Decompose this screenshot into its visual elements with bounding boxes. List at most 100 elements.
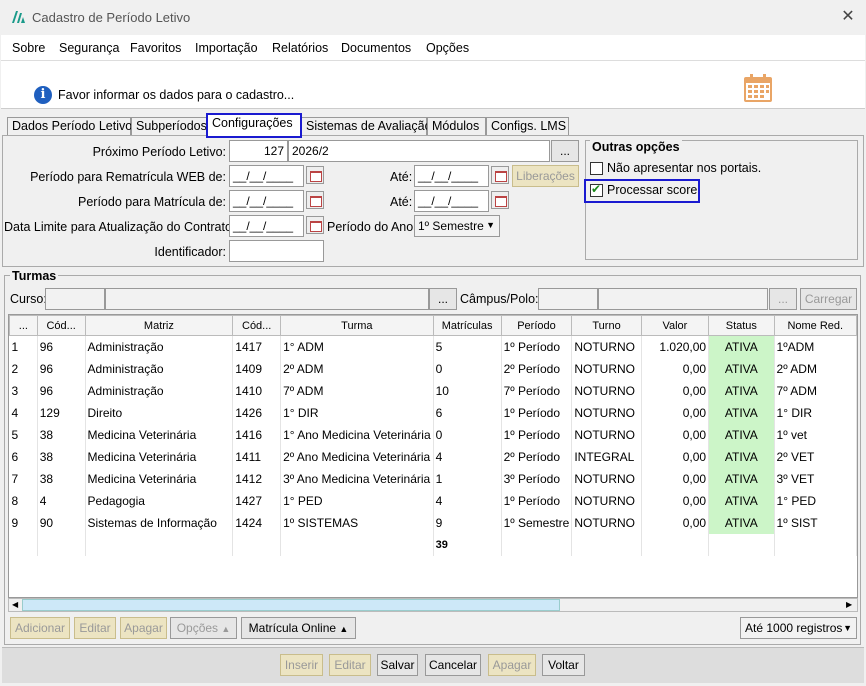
col-header[interactable]: Valor bbox=[640, 315, 710, 336]
nao-apresentar-checkbox[interactable] bbox=[590, 162, 603, 175]
liberacoes-button[interactable]: Liberações bbox=[512, 165, 579, 187]
rematricula-ate-calendar-icon[interactable] bbox=[491, 166, 509, 184]
editar-button[interactable]: Editar bbox=[329, 654, 371, 676]
table-cell bbox=[9, 533, 38, 556]
scroll-right-icon[interactable]: ▶ bbox=[846, 600, 852, 609]
matricula-de-input[interactable]: __/__/____ bbox=[229, 190, 304, 212]
table-row[interactable]: 9 90 Sistemas de Informação 1424 1º SISTEMAS… bbox=[9, 511, 857, 534]
cancelar-button[interactable]: Cancelar bbox=[425, 654, 481, 676]
table-row[interactable]: 3 96 Administração 1410 7º ADM 10 7º Período NO… bbox=[9, 379, 857, 402]
table-row[interactable]: 7 38 Medicina Veterinária 1412 3º Ano Medici… bbox=[9, 467, 857, 490]
apagar-button[interactable]: Apagar bbox=[488, 654, 536, 676]
proximo-periodo-label: Próximo Período Letivo: bbox=[92, 145, 226, 159]
proximo-periodo-input[interactable]: 2026/2 bbox=[288, 140, 550, 162]
table-cell: 0,00 bbox=[641, 379, 710, 402]
campus-label: Câmpus/Polo: bbox=[460, 292, 539, 306]
inserir-button[interactable]: Inserir bbox=[280, 654, 323, 676]
campus-code-input[interactable] bbox=[538, 288, 598, 310]
table-row[interactable]: 5 38 Medicina Veterinária 1416 1° Ano Medici… bbox=[9, 423, 857, 446]
table-cell: ATIVA bbox=[708, 357, 775, 380]
adicionar-button[interactable]: Adicionar bbox=[10, 617, 70, 639]
curso-lookup-button[interactable]: ... bbox=[429, 288, 457, 310]
table-body: 1 96 Administração 1417 1° ADM 5 1º Período NOT… bbox=[9, 335, 857, 556]
periodo-ano-select[interactable]: 1º Semestre ▼ bbox=[414, 215, 500, 237]
salvar-button[interactable]: Salvar bbox=[377, 654, 418, 676]
table-row[interactable]: 1 96 Administração 1417 1° ADM 5 1º Período NOT… bbox=[9, 335, 857, 358]
table-cell: 1° PED bbox=[774, 489, 857, 512]
campus-name-input[interactable] bbox=[598, 288, 768, 310]
table-row[interactable]: 6 38 Medicina Veterinária 1411 2º Ano Medici… bbox=[9, 445, 857, 468]
voltar-button[interactable]: Voltar bbox=[542, 654, 585, 676]
carregar-button[interactable]: Carregar bbox=[800, 288, 857, 310]
app-logo-icon bbox=[12, 11, 25, 23]
matricula-online-button[interactable]: Matrícula Online ▲ bbox=[241, 617, 356, 639]
menu-relatorios[interactable]: Relatórios bbox=[272, 41, 328, 55]
col-header[interactable]: ... bbox=[9, 315, 38, 336]
window-title: Cadastro de Período Letivo bbox=[32, 10, 191, 25]
matricula-label: Período para Matrícula de: bbox=[78, 195, 226, 209]
menu-importacao[interactable]: Importação bbox=[195, 41, 258, 55]
proximo-periodo-lookup-button[interactable]: ... bbox=[551, 140, 579, 162]
table-cell: ATIVA bbox=[708, 423, 775, 446]
table-cell: Medicina Veterinária bbox=[85, 423, 234, 446]
table-cell: 7 bbox=[9, 467, 38, 490]
col-header[interactable]: Status bbox=[708, 315, 775, 336]
col-header[interactable]: Turma bbox=[280, 315, 434, 336]
table-row[interactable]: 8 4 Pedagogia 1427 1° PED 4 1º Período NOTURNO 0… bbox=[9, 489, 857, 512]
table-cell: 5 bbox=[433, 335, 502, 358]
matricula-ate-calendar-icon[interactable] bbox=[491, 191, 509, 209]
curso-code-input[interactable] bbox=[45, 288, 105, 310]
menu-favoritos[interactable]: Favoritos bbox=[130, 41, 181, 55]
apagar-grid-button[interactable]: Apagar bbox=[120, 617, 167, 639]
registros-select[interactable]: Até 1000 registros ▼ bbox=[740, 617, 857, 639]
proximo-periodo-code[interactable]: 127 bbox=[229, 140, 288, 162]
table-cell bbox=[85, 533, 234, 556]
scrollbar-thumb[interactable] bbox=[22, 599, 560, 611]
curso-name-input[interactable] bbox=[105, 288, 429, 310]
table-cell: 1º Período bbox=[501, 423, 573, 446]
menu-seguranca[interactable]: Segurança bbox=[59, 41, 119, 55]
table-cell: 1424 bbox=[232, 511, 282, 534]
editar-grid-button[interactable]: Editar bbox=[74, 617, 116, 639]
matricula-de-calendar-icon[interactable] bbox=[306, 191, 324, 209]
menu-documentos[interactable]: Documentos bbox=[341, 41, 411, 55]
close-icon[interactable]: ✕ bbox=[836, 6, 860, 28]
col-header[interactable]: Matriz bbox=[84, 315, 234, 336]
col-header[interactable]: Cód... bbox=[232, 315, 282, 336]
rematricula-ate-input[interactable]: __/__/____ bbox=[414, 165, 489, 187]
rematricula-de-input[interactable]: __/__/____ bbox=[229, 165, 304, 187]
turmas-legend: Turmas bbox=[10, 269, 59, 283]
col-header[interactable]: Período bbox=[500, 315, 573, 336]
col-header[interactable]: Nome Red. bbox=[773, 315, 857, 336]
scroll-left-icon[interactable]: ◀ bbox=[12, 600, 18, 609]
tab-sistemas-avaliacao[interactable]: Sistemas de Avaliação bbox=[301, 117, 432, 136]
table-cell: 1° Ano Medicina Veterinária bbox=[280, 423, 434, 446]
tab-dados-periodo-letivo[interactable]: Dados Período Letivo bbox=[7, 117, 132, 136]
menu-sobre[interactable]: Sobre bbox=[12, 41, 45, 55]
tab-configs-lms[interactable]: Configs. LMS bbox=[486, 117, 569, 136]
opcoes-button[interactable]: Opções ▲ bbox=[170, 617, 237, 639]
tab-modulos[interactable]: Módulos bbox=[427, 117, 486, 136]
table-row[interactable]: 4 129 Direito 1426 1° DIR 6 1º Período NOTURNO 0… bbox=[9, 401, 857, 424]
data-limite-calendar-icon[interactable] bbox=[306, 216, 324, 234]
tab-configuracoes[interactable]: Configurações bbox=[207, 114, 301, 136]
table-cell: 2º Ano Medicina Veterinária bbox=[280, 445, 434, 468]
table-cell bbox=[501, 533, 573, 556]
chevron-up-icon: ▲ bbox=[339, 624, 349, 634]
table-row[interactable]: 2 96 Administração 1409 2º ADM 0 2º Período NOT… bbox=[9, 357, 857, 380]
table-cell: ATIVA bbox=[708, 401, 775, 424]
rematricula-de-calendar-icon[interactable] bbox=[306, 166, 324, 184]
col-header[interactable]: Turno bbox=[571, 315, 642, 336]
table-cell: 2º VET bbox=[774, 445, 857, 468]
col-header[interactable]: Cód... bbox=[36, 315, 86, 336]
identificador-input[interactable] bbox=[229, 240, 324, 262]
table-cell: 1 bbox=[433, 467, 502, 490]
menu-opcoes[interactable]: Opções bbox=[426, 41, 469, 55]
data-limite-input[interactable]: __/__/____ bbox=[229, 215, 304, 237]
campus-lookup-button[interactable]: ... bbox=[769, 288, 797, 310]
tab-subperiodos[interactable]: Subperíodos bbox=[131, 117, 207, 136]
info-icon: i bbox=[34, 86, 52, 104]
col-header[interactable]: Matrículas bbox=[432, 315, 502, 336]
table-cell: 1409 bbox=[232, 357, 282, 380]
matricula-ate-input[interactable]: __/__/____ bbox=[414, 190, 489, 212]
